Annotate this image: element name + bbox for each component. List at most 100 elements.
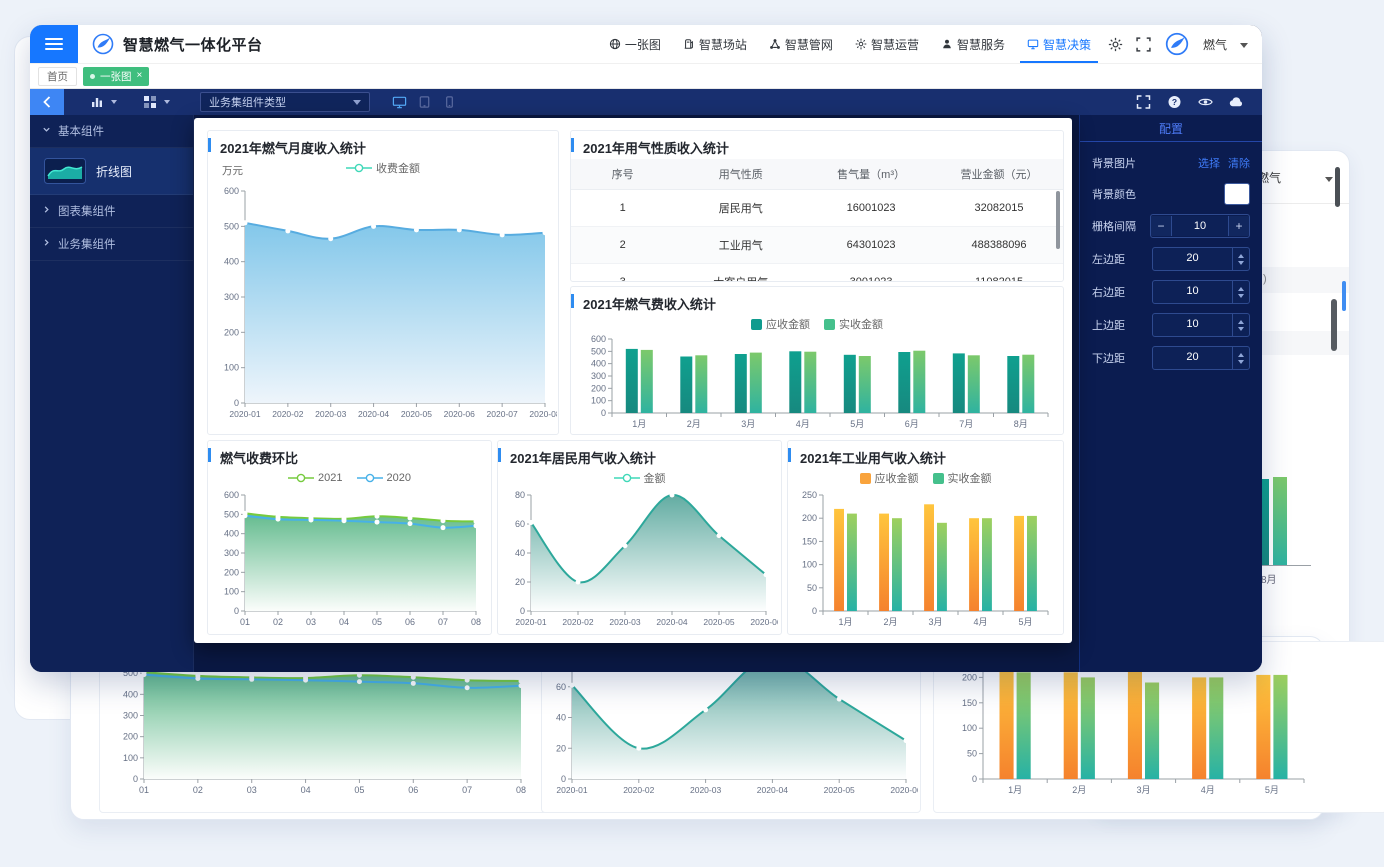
table-row[interactable]: 2工业用气64301023488388096 <box>571 227 1063 264</box>
svg-text:08: 08 <box>516 785 526 795</box>
chart-canvas: 0501001502002501月2月3月4月5月 <box>791 487 1060 631</box>
legend-line-marker-icon <box>346 163 372 173</box>
tenant-label[interactable]: 燃气 <box>1203 36 1227 53</box>
chevron-down-icon[interactable] <box>1240 43 1248 48</box>
nav-item-map[interactable]: 一张图 <box>598 25 672 63</box>
svg-text:2020-06: 2020-06 <box>444 409 475 419</box>
svg-text:06: 06 <box>408 785 418 795</box>
settings-gear-icon[interactable] <box>1108 37 1123 52</box>
widget-component-menu[interactable] <box>143 95 170 109</box>
legend-item[interactable]: 2020 <box>357 472 411 484</box>
svg-text:600: 600 <box>591 334 606 344</box>
chart-legend: 金额 <box>614 469 666 487</box>
svg-text:2020-04: 2020-04 <box>358 409 389 419</box>
svg-text:4月: 4月 <box>1201 785 1215 795</box>
legend-swatch-icon <box>751 319 762 330</box>
chart-legend: 应收金额实收金额 <box>860 469 992 487</box>
close-icon[interactable]: × <box>137 71 143 81</box>
person-icon <box>941 38 953 50</box>
svg-text:100: 100 <box>591 396 606 406</box>
legend-item[interactable]: 2021 <box>288 472 342 484</box>
spinner-arrows[interactable] <box>1232 314 1249 336</box>
color-swatch[interactable] <box>1224 183 1250 205</box>
user-avatar[interactable] <box>1164 31 1190 57</box>
config-label: 右边距 <box>1092 284 1125 300</box>
legend-item[interactable]: 实收金额 <box>933 470 992 486</box>
desktop-icon[interactable] <box>392 95 407 109</box>
number-input[interactable]: 20 <box>1152 247 1250 271</box>
nav-item-station[interactable]: 智慧场站 <box>672 25 758 63</box>
tab-home[interactable]: 首页 <box>38 67 77 86</box>
nav-item-operation[interactable]: 智慧运营 <box>844 25 930 63</box>
svg-text:20: 20 <box>556 743 566 753</box>
config-row: 上边距10 <box>1092 313 1250 337</box>
arrow-down-icon <box>1238 360 1244 364</box>
component-type-select[interactable]: 业务集组件类型 <box>200 92 370 112</box>
svg-text:3月: 3月 <box>741 419 755 429</box>
minus-button[interactable]: − <box>1151 216 1171 236</box>
scrollbar[interactable] <box>1056 191 1060 249</box>
spinner-arrows[interactable] <box>1232 248 1249 270</box>
number-input[interactable]: 20 <box>1152 346 1250 370</box>
scrollbar[interactable] <box>1331 299 1337 351</box>
svg-text:300: 300 <box>224 548 239 558</box>
component-preview-modal: 2021年燃气月度收入统计万元收费金额010020030040050060020… <box>194 118 1072 643</box>
title-accent-bar <box>571 138 574 152</box>
legend-item[interactable]: 实收金额 <box>824 316 883 332</box>
legend-item[interactable]: 应收金额 <box>860 470 919 486</box>
title-accent-bar <box>571 294 574 308</box>
legend-item[interactable]: 应收金额 <box>751 316 810 332</box>
preview-eye-icon[interactable] <box>1198 95 1213 109</box>
spinner-arrows[interactable] <box>1232 347 1249 369</box>
tab-active[interactable]: 一张图 × <box>83 67 149 86</box>
svg-text:2020-02: 2020-02 <box>272 409 303 419</box>
fullscreen-icon[interactable] <box>1136 37 1151 52</box>
scrollbar[interactable] <box>1335 167 1340 207</box>
cloud-save-icon[interactable] <box>1229 95 1244 109</box>
sidebar-group[interactable]: 基本组件 <box>30 115 193 148</box>
number-input[interactable]: 10 <box>1152 280 1250 304</box>
svg-text:200: 200 <box>591 383 606 393</box>
collapse-back-button[interactable] <box>30 89 64 115</box>
table-row[interactable]: 3大客户用气300102311082015 <box>571 264 1063 282</box>
table-cell: 488388096 <box>935 227 1063 264</box>
table-header-cell: 营业金额（元） <box>935 159 1063 190</box>
number-input[interactable]: 10 <box>1152 313 1250 337</box>
chart-title: 2021年居民用气收入统计 <box>510 448 656 467</box>
help-icon[interactable]: ? <box>1167 95 1182 109</box>
sidebar-item[interactable]: 折线图 <box>30 148 193 195</box>
scrollbar[interactable] <box>1342 281 1346 311</box>
svg-text:2020-01: 2020-01 <box>515 617 546 627</box>
sidebar-group[interactable]: 业务集组件 <box>30 228 193 261</box>
stepper-value: 10 <box>1171 216 1229 236</box>
config-row: 栅格间隔−10+ <box>1092 214 1250 238</box>
number-value: 20 <box>1153 347 1232 369</box>
legend-item[interactable]: 收费金额 <box>346 160 420 176</box>
axis-unit-label: 万元 <box>222 163 243 178</box>
nav-item-decision[interactable]: 智慧决策 <box>1016 25 1102 63</box>
nav-item-network[interactable]: 智慧管网 <box>758 25 844 63</box>
table-row[interactable]: 1居民用气1600102332082015 <box>571 190 1063 227</box>
station-icon <box>683 38 695 50</box>
hamburger-menu-icon[interactable] <box>30 25 78 63</box>
table-cell: 居民用气 <box>674 190 807 227</box>
svg-text:2月: 2月 <box>883 617 897 627</box>
spinner-arrows[interactable] <box>1232 281 1249 303</box>
svg-text:07: 07 <box>462 785 472 795</box>
config-panel-title: 配置 <box>1080 115 1262 142</box>
svg-text:250: 250 <box>802 490 817 500</box>
phone-icon[interactable] <box>442 95 457 109</box>
tablet-icon[interactable] <box>417 95 432 109</box>
config-link[interactable]: 选择 <box>1198 158 1220 170</box>
chart-component-menu[interactable] <box>90 95 117 109</box>
arrow-up-icon <box>1238 254 1244 258</box>
legend-item[interactable]: 金额 <box>614 470 666 486</box>
editor-toolbar: 业务集组件类型 ? <box>30 89 1262 115</box>
fullscreen-icon[interactable] <box>1136 95 1151 109</box>
sidebar-group[interactable]: 图表集组件 <box>30 195 193 228</box>
plus-button[interactable]: + <box>1229 216 1249 236</box>
config-link[interactable]: 清除 <box>1228 158 1250 170</box>
svg-text:01: 01 <box>139 785 149 795</box>
nav-item-service[interactable]: 智慧服务 <box>930 25 1016 63</box>
legend-line-marker-icon <box>357 473 383 483</box>
